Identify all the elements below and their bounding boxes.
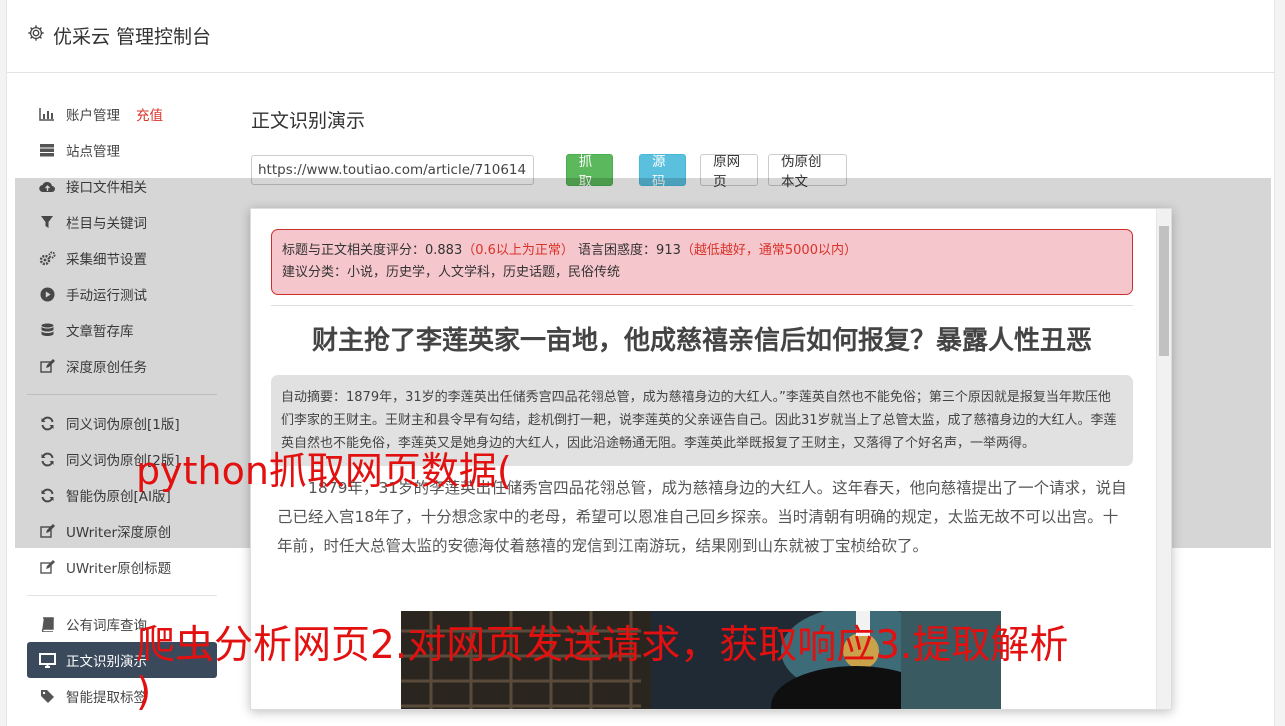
top-bar: 优采云 管理控制台 [7,0,1274,73]
server-icon [38,141,56,159]
book-icon [38,615,56,633]
perplexity-hint: （越低越好，通常5000以内） [680,243,857,258]
dialog-scrollbar[interactable] [1156,209,1171,709]
page-title: 正文识别演示 [251,110,366,132]
sidebar-item-label: 站点管理 [66,144,120,160]
perplexity-score: 语言困惑度：913 [578,243,681,258]
bar-chart-icon [38,105,56,123]
monitor-icon [38,651,56,669]
app-title-text: 优采云 管理控制台 [53,26,212,48]
relevance-score: 标题与正文相关度评分：0.883 [282,243,463,258]
sidebar-item-label: 公有词库查询 [66,618,147,634]
recharge-link[interactable]: 充值 [136,104,163,124]
scrollbar-thumb[interactable] [1159,226,1169,356]
content-divider [271,305,1133,306]
sidebar-item-label: 账户管理 [66,108,120,124]
sidebar-item-sites[interactable]: 站点管理 [27,132,217,168]
sidebar-divider [27,595,217,596]
watermark-line-3: ) [136,670,152,715]
sidebar-item-account[interactable]: 账户管理 充值 [27,96,217,132]
suggested-categories: 建议分类：小说，历史学，人文学科，历史话题，民俗传统 [282,265,621,280]
sidebar-item-label: 正文识别演示 [66,654,147,670]
tag-icon [38,687,56,705]
app-title: 优采云 管理控制台 [27,22,211,49]
alert-score-line: 标题与正文相关度评分：0.883（0.6以上为正常） 语言困惑度：913（越低越… [282,240,1122,262]
relevance-hint: （0.6以上为正常） [462,243,574,258]
sidebar-item-label: 智能提取标签 [66,690,147,706]
sidebar-item-smart-tags[interactable]: 智能提取标签 [27,678,217,714]
watermark-line-1: python抓取网页数据( [136,449,512,493]
watermark-line-2: 爬虫分析网页2.对网页发送请求，获取响应3.提取解析 [136,623,1069,668]
main-content: 正文识别演示 抓取 源码 原网页 伪原创本文 [251,96,848,190]
edit-icon [38,558,56,576]
sidebar-item-uwriter-title[interactable]: UWriter原创标题 [27,549,217,585]
sidebar-item-label: UWriter原创标题 [66,561,172,577]
relevance-alert: 标题与正文相关度评分：0.883（0.6以上为正常） 语言困惑度：913（越低越… [271,229,1133,295]
gear-icon [27,24,45,47]
result-content: 标题与正文相关度评分：0.883（0.6以上为正常） 语言困惑度：913（越低越… [271,229,1133,561]
article-headline: 财主抢了李莲英家一亩地，他成慈禧亲信后如何报复？暴露人性丑恶 [311,326,1092,356]
